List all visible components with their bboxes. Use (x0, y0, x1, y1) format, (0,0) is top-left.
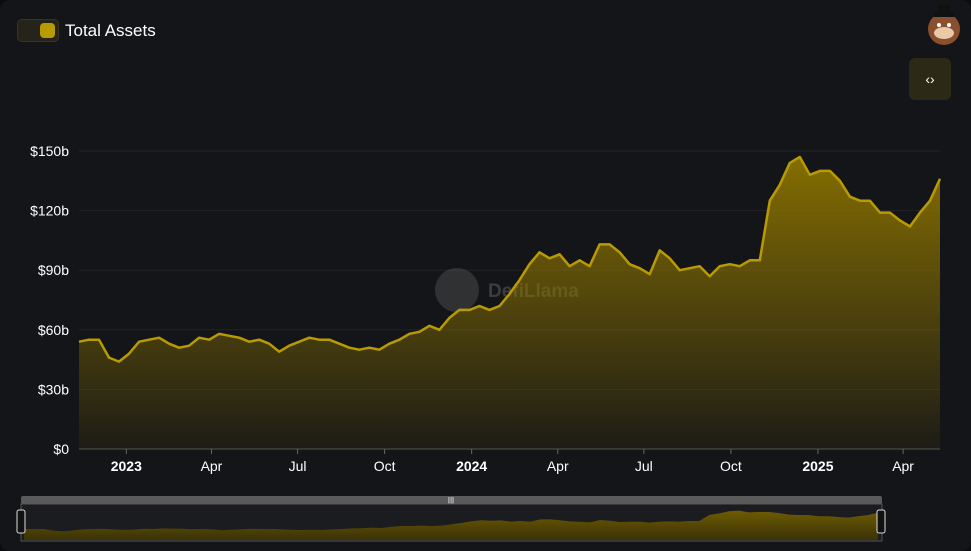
x-tick-label: Apr (547, 458, 569, 474)
y-tick-label: $60b (38, 322, 69, 338)
series-area (79, 157, 940, 449)
x-tick-label: Oct (374, 458, 396, 474)
range-navigator[interactable]: ||| (16, 496, 886, 542)
navigator-right-handle[interactable] (876, 509, 886, 534)
y-tick-label: $30b (38, 381, 69, 397)
y-tick-label: $120b (30, 203, 69, 219)
y-tick-label: $90b (38, 262, 69, 278)
y-tick-label: $150b (30, 143, 69, 159)
x-tick-label: Jul (289, 458, 307, 474)
x-tick-label: 2025 (802, 458, 833, 474)
x-tick-label: Jul (635, 458, 653, 474)
x-tick-label: 2023 (111, 458, 142, 474)
total-assets-chart: DefiLlama $0$30b$60b$90b$120b$150b2023Ap… (16, 143, 942, 542)
y-tick-label: $0 (53, 441, 69, 457)
x-tick-label: Oct (720, 458, 742, 474)
x-tick-label: 2024 (456, 458, 487, 474)
navigator-left-handle[interactable] (16, 509, 26, 534)
x-tick-label: Apr (201, 458, 223, 474)
x-tick-label: Apr (892, 458, 914, 474)
